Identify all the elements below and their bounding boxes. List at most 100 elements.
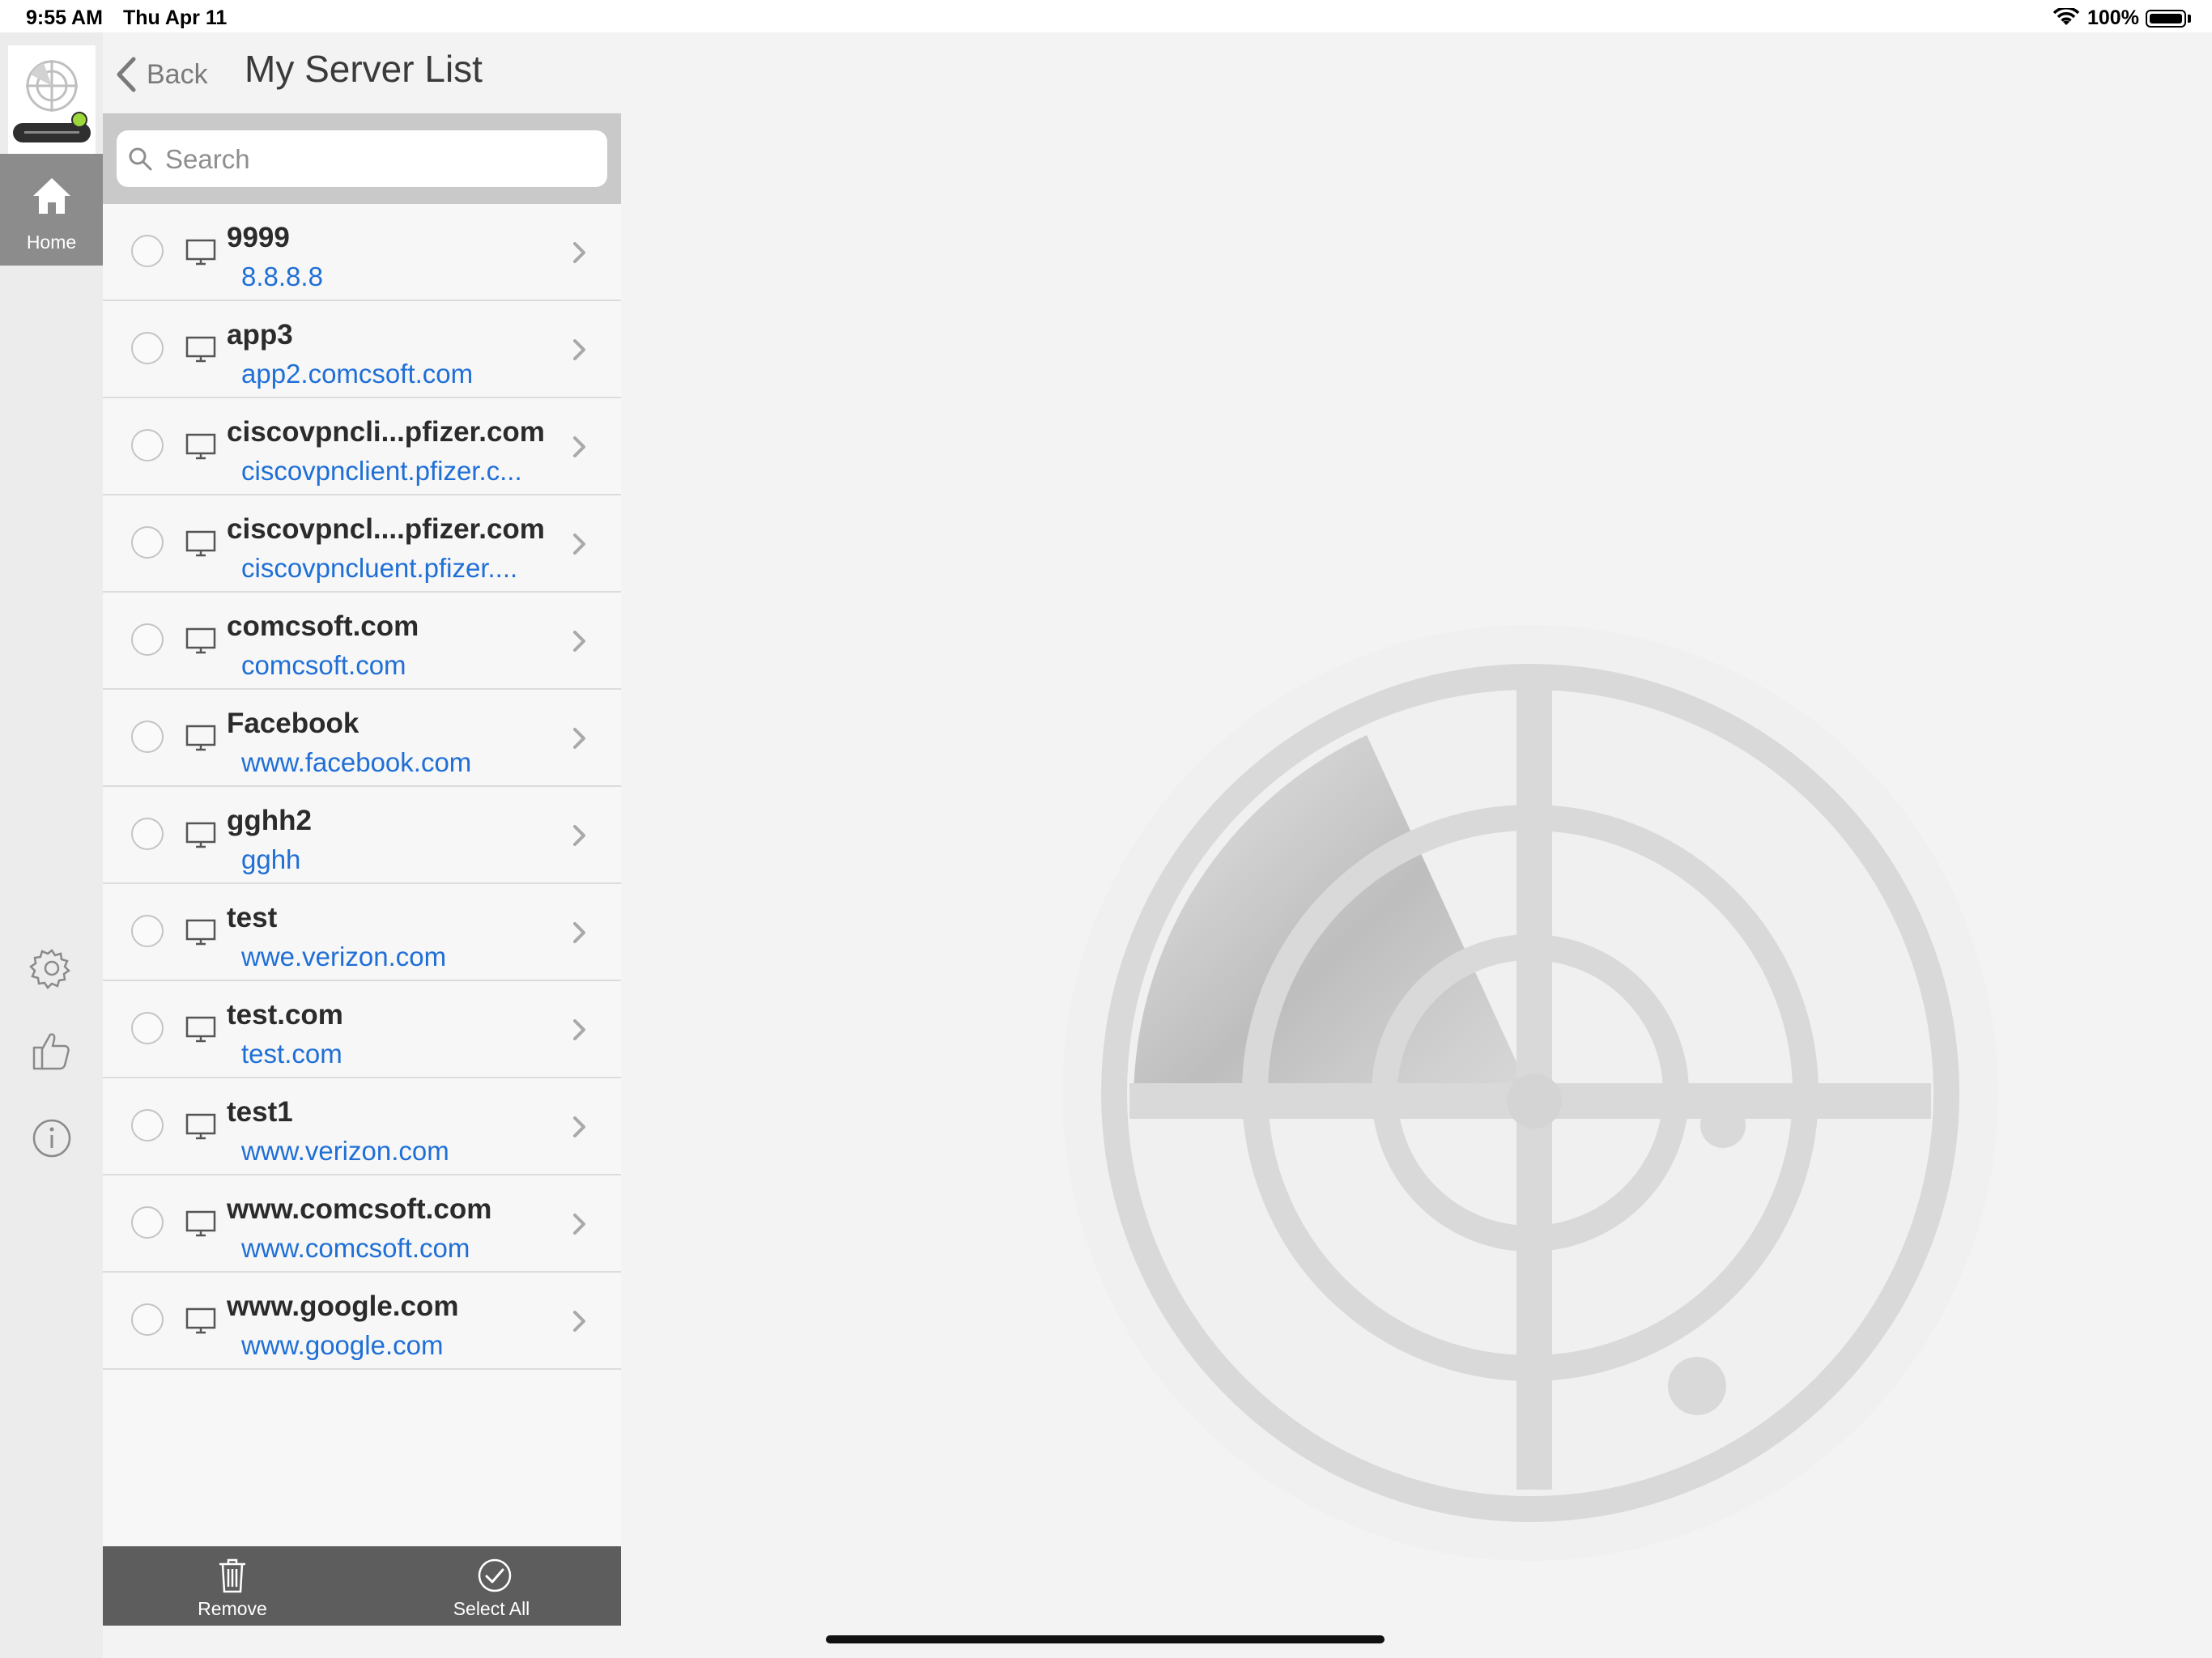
monitor-icon — [185, 1210, 216, 1237]
search-bar — [103, 113, 621, 204]
chevron-right-icon — [573, 242, 585, 263]
select-radio[interactable] — [131, 915, 164, 947]
server-name: comcsoft.com — [227, 610, 419, 642]
chevron-right-icon — [573, 1116, 585, 1137]
select-all-button[interactable]: Select All — [410, 1546, 572, 1626]
server-host: wwe.verizon.com — [241, 942, 447, 971]
back-button[interactable]: Back — [114, 53, 208, 96]
server-host: 8.8.8.8 — [241, 261, 323, 291]
chevron-right-icon — [573, 631, 585, 652]
server-name: Facebook — [227, 708, 359, 739]
server-name: test1 — [227, 1096, 293, 1128]
chevron-right-icon — [573, 728, 585, 749]
server-host: www.comcsoft.com — [241, 1233, 470, 1263]
server-host: ciscovpncluent.pfizer.... — [241, 553, 518, 583]
sidebar-item-label: Home — [26, 232, 77, 253]
server-host: app2.comcsoft.com — [241, 359, 474, 389]
select-radio[interactable] — [131, 1012, 164, 1044]
select-all-label: Select All — [453, 1598, 530, 1619]
select-radio[interactable] — [131, 332, 164, 364]
list-item[interactable]: Facebook www.facebook.com — [103, 690, 621, 787]
home-icon — [33, 178, 70, 214]
status-time: 9:55 AM — [26, 6, 103, 29]
battery-percent: 100% — [2087, 6, 2139, 29]
battery-tip — [2188, 15, 2191, 23]
select-radio[interactable] — [131, 1109, 164, 1141]
server-host: test.com — [241, 1039, 342, 1069]
chevron-right-icon — [573, 1019, 585, 1040]
select-radio[interactable] — [131, 235, 164, 267]
monitor-icon — [185, 919, 216, 946]
sidebar-item-home[interactable]: Home — [0, 154, 103, 266]
chevron-right-icon — [573, 922, 585, 943]
list-item[interactable]: ciscovpncl....pfizer.com ciscovpncluent.p… — [103, 495, 621, 593]
server-list-panel: Back My Server List 9999 8.8.8.8 app3 app2… — [103, 32, 621, 1626]
trash-icon — [219, 1558, 245, 1593]
server-name: www.google.com — [227, 1290, 459, 1322]
server-name: gghh2 — [227, 805, 312, 836]
select-radio[interactable] — [131, 1303, 164, 1336]
list-item[interactable]: test wwe.verizon.com — [103, 884, 621, 981]
chevron-right-icon — [573, 1214, 585, 1235]
search-input[interactable] — [164, 140, 588, 179]
select-radio[interactable] — [131, 818, 164, 850]
page-title: My Server List — [245, 48, 483, 90]
radar-watermark-icon — [1062, 625, 1998, 1561]
server-name: test — [227, 902, 278, 933]
server-name: ciscovpncli...pfizer.com — [227, 416, 545, 448]
monitor-icon — [185, 336, 216, 363]
checkmark-circle-icon — [478, 1558, 512, 1592]
app-logo-icon[interactable] — [8, 45, 96, 159]
battery-icon — [2146, 10, 2186, 28]
monitor-icon — [185, 627, 216, 654]
select-radio[interactable] — [131, 526, 164, 559]
settings-icon[interactable] — [29, 946, 74, 991]
chevron-right-icon — [573, 534, 585, 555]
select-radio[interactable] — [131, 623, 164, 656]
search-field[interactable] — [117, 130, 607, 187]
monitor-icon — [185, 433, 216, 460]
monitor-icon — [185, 1113, 216, 1140]
select-radio[interactable] — [131, 721, 164, 753]
chevron-left-icon — [117, 57, 136, 92]
monitor-icon — [185, 1016, 216, 1043]
server-host: comcsoft.com — [241, 650, 406, 680]
list-item[interactable]: comcsoft.com comcsoft.com — [103, 593, 621, 690]
server-name: app3 — [227, 319, 293, 351]
search-icon — [129, 147, 152, 171]
monitor-icon — [185, 822, 216, 848]
list-item[interactable]: test1 www.verizon.com — [103, 1078, 621, 1175]
monitor-icon — [185, 1307, 216, 1334]
chevron-right-icon — [573, 1311, 585, 1332]
server-name: ciscovpncl....pfizer.com — [227, 513, 545, 545]
select-radio[interactable] — [131, 1206, 164, 1239]
server-name: 9999 — [227, 222, 290, 253]
list-item[interactable]: www.comcsoft.com www.comcsoft.com — [103, 1175, 621, 1273]
server-list: 9999 8.8.8.8 app3 app2.comcsoft.com ciscov… — [103, 204, 621, 1370]
list-item[interactable]: gghh2 gghh — [103, 787, 621, 884]
server-host: www.google.com — [241, 1330, 444, 1360]
status-date: Thu Apr 11 — [123, 6, 228, 29]
info-icon[interactable] — [29, 1116, 74, 1161]
server-host: www.facebook.com — [241, 747, 472, 777]
status-bar: 9:55 AM Thu Apr 11 100% — [0, 0, 2212, 32]
list-item[interactable]: www.google.com www.google.com — [103, 1273, 621, 1370]
wifi-icon — [2053, 8, 2079, 25]
left-rail: Home — [0, 32, 103, 1658]
list-item[interactable]: app3 app2.comcsoft.com — [103, 301, 621, 398]
bottom-toolbar: Remove Select All — [103, 1546, 621, 1626]
monitor-icon — [185, 530, 216, 557]
list-item[interactable]: 9999 8.8.8.8 — [103, 204, 621, 301]
nav-header: Back My Server List — [103, 32, 621, 113]
server-host: ciscovpnclient.pfizer.c... — [241, 456, 522, 486]
chevron-right-icon — [573, 339, 585, 360]
server-host: www.verizon.com — [241, 1136, 449, 1166]
server-host: gghh — [241, 844, 301, 874]
list-item[interactable]: test.com test.com — [103, 981, 621, 1078]
home-indicator[interactable] — [826, 1635, 1385, 1643]
list-item[interactable]: ciscovpncli...pfizer.com ciscovpnclient.p… — [103, 398, 621, 495]
select-radio[interactable] — [131, 429, 164, 461]
chevron-right-icon — [573, 436, 585, 457]
remove-button[interactable]: Remove — [151, 1546, 313, 1626]
thumbs-up-icon[interactable] — [29, 1028, 74, 1073]
